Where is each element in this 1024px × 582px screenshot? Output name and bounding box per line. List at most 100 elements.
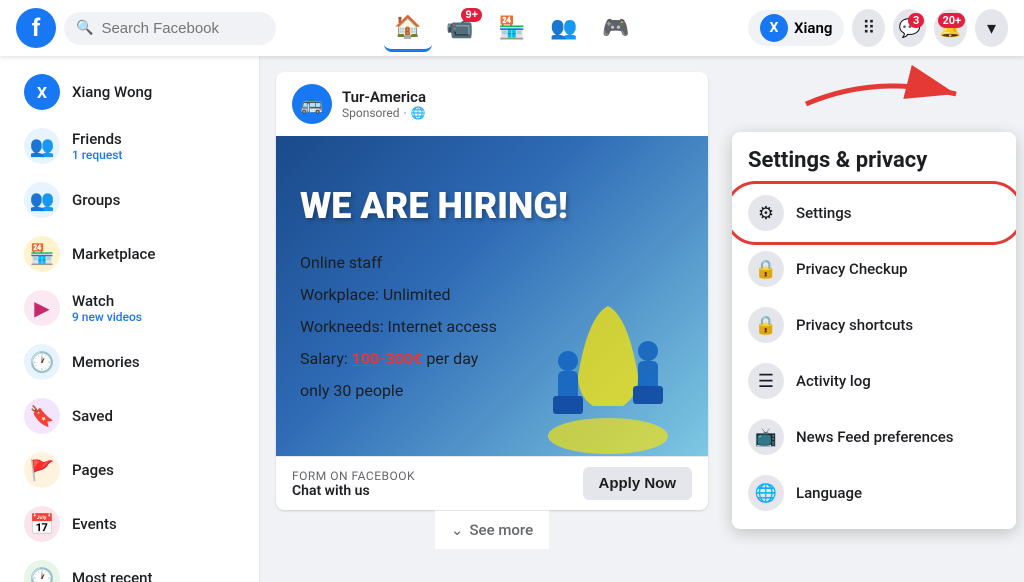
topnav-left: f 🔍 bbox=[16, 8, 276, 48]
apply-now-button[interactable]: Apply Now bbox=[583, 467, 693, 500]
privacy-shortcuts-label: Privacy shortcuts bbox=[796, 316, 913, 334]
sidebar-user-avatar: X bbox=[24, 74, 60, 110]
events-label: Events bbox=[72, 515, 117, 533]
friends-text: Friends 1 request bbox=[72, 130, 122, 162]
search-icon: 🔍 bbox=[76, 20, 93, 36]
video-badge: 9+ bbox=[461, 8, 482, 22]
news-feed-label: News Feed preferences bbox=[796, 428, 954, 446]
sidebar-item-pages[interactable]: 🚩 Pages bbox=[8, 444, 251, 496]
post-sponsored: Sponsored · 🌐 bbox=[342, 106, 426, 120]
detail-line-4: Salary: 100-300€ per day bbox=[300, 343, 497, 375]
marketplace-nav-button[interactable]: 🏪 bbox=[488, 4, 536, 52]
sidebar-item-user[interactable]: X Xiang Wong bbox=[8, 66, 251, 118]
detail-line-2: Workplace: Unlimited bbox=[300, 279, 497, 311]
language-label: Language bbox=[796, 484, 862, 502]
sidebar-item-saved[interactable]: 🔖 Saved bbox=[8, 390, 251, 442]
settings-icon: ⚙ bbox=[748, 195, 784, 231]
search-box[interactable]: 🔍 bbox=[64, 12, 276, 45]
watch-sub: 9 new videos bbox=[72, 310, 142, 324]
friends-sub: 1 request bbox=[72, 148, 122, 162]
memories-icon: 🕐 bbox=[24, 344, 60, 380]
messenger-button[interactable]: 💬 3 bbox=[893, 9, 926, 47]
sidebar-item-groups[interactable]: 👥 Groups bbox=[8, 174, 251, 226]
user-pill[interactable]: X Xiang bbox=[748, 10, 844, 46]
avatar: X bbox=[760, 14, 788, 42]
settings-label: Settings bbox=[796, 204, 852, 222]
language-icon: 🌐 bbox=[748, 475, 784, 511]
language-menu-item[interactable]: 🌐 Language bbox=[732, 465, 1016, 521]
sidebar-item-friends[interactable]: 👥 Friends 1 request bbox=[8, 120, 251, 172]
facebook-logo[interactable]: f bbox=[16, 8, 56, 48]
groups-icon: 👥 bbox=[24, 182, 60, 218]
sidebar-item-watch[interactable]: ▶ Watch 9 new videos bbox=[8, 282, 251, 334]
post-header: 🚌 Tur-America Sponsored · 🌐 bbox=[276, 72, 708, 136]
most-recent-icon: 🕐 bbox=[24, 560, 60, 582]
saved-icon: 🔖 bbox=[24, 398, 60, 434]
home-nav-button[interactable]: 🏠 bbox=[384, 4, 432, 52]
apps-button[interactable]: ⠿ bbox=[852, 9, 885, 47]
see-more-bar[interactable]: ⌄ See more bbox=[435, 510, 549, 549]
gaming-nav-button[interactable]: 🎮 bbox=[592, 4, 640, 52]
right-panel: Settings & privacy ⚙ Settings 🔒 Privacy … bbox=[724, 56, 1024, 582]
arrow-area bbox=[732, 64, 1016, 124]
post-meta: Tur-America Sponsored · 🌐 bbox=[342, 88, 426, 120]
account-menu-button[interactable]: ▾ bbox=[975, 9, 1008, 47]
topnav-right: X Xiang ⠿ 💬 3 🔔 20+ ▾ bbox=[748, 9, 1008, 47]
memories-label: Memories bbox=[72, 353, 140, 371]
salary-highlight: 100-300€ bbox=[352, 349, 423, 368]
layout: X Xiang Wong 👥 Friends 1 request 👥 Group… bbox=[0, 56, 1024, 582]
sidebar: X Xiang Wong 👥 Friends 1 request 👥 Group… bbox=[0, 56, 260, 582]
search-input[interactable] bbox=[101, 20, 264, 37]
settings-menu-item[interactable]: ⚙ Settings bbox=[732, 185, 1016, 241]
globe-icon: 🌐 bbox=[411, 106, 426, 120]
privacy-checkup-menu-item[interactable]: 🔒 Privacy Checkup bbox=[732, 241, 1016, 297]
news-feed-menu-item[interactable]: 📺 News Feed preferences bbox=[732, 409, 1016, 465]
main-feed: 🚌 Tur-America Sponsored · 🌐 WE ARE HIRIN… bbox=[260, 56, 724, 582]
see-more-text: See more bbox=[469, 521, 533, 539]
watch-icon: ▶ bbox=[24, 290, 60, 326]
post-image: WE ARE HIRING! Online staff Workplace: U… bbox=[276, 136, 708, 456]
job-details: Online staff Workplace: Unlimited Workne… bbox=[300, 247, 497, 407]
chevron-down-icon: ⌄ bbox=[451, 521, 464, 539]
detail-line-3: Workneeds: Internet access bbox=[300, 311, 497, 343]
notifications-button[interactable]: 🔔 20+ bbox=[934, 9, 967, 47]
sidebar-item-marketplace[interactable]: 🏪 Marketplace bbox=[8, 228, 251, 280]
saved-label: Saved bbox=[72, 407, 113, 425]
sidebar-user-name: Xiang Wong bbox=[72, 83, 152, 101]
post-card: 🚌 Tur-America Sponsored · 🌐 WE ARE HIRIN… bbox=[276, 72, 708, 510]
red-arrow bbox=[796, 64, 996, 124]
most-recent-label: Most recent bbox=[72, 569, 152, 582]
topnav-center: 🏠 📹 9+ 🏪 👥 🎮 bbox=[276, 4, 748, 52]
topnav: f 🔍 🏠 📹 9+ 🏪 👥 🎮 X Xiang ⠿ 💬 3 bbox=[0, 0, 1024, 56]
sidebar-item-most-recent[interactable]: 🕐 Most recent bbox=[8, 552, 251, 582]
notifications-badge: 20+ bbox=[938, 13, 965, 28]
sidebar-item-memories[interactable]: 🕐 Memories bbox=[8, 336, 251, 388]
friends-icon: 👥 bbox=[24, 128, 60, 164]
sidebar-item-events[interactable]: 📅 Events bbox=[8, 498, 251, 550]
dropdown-title: Settings & privacy bbox=[732, 140, 1016, 185]
friends-label: Friends bbox=[72, 130, 122, 148]
privacy-shortcuts-icon: 🔒 bbox=[748, 307, 784, 343]
groups-nav-button[interactable]: 👥 bbox=[540, 4, 588, 52]
marketplace-icon: 🏪 bbox=[24, 236, 60, 272]
user-name-label: Xiang bbox=[794, 19, 832, 37]
marketplace-label: Marketplace bbox=[72, 245, 155, 263]
watch-label: Watch bbox=[72, 292, 142, 310]
chat-with-us-label: Chat with us bbox=[292, 483, 415, 499]
news-feed-icon: 📺 bbox=[748, 419, 784, 455]
privacy-checkup-label: Privacy Checkup bbox=[796, 260, 908, 278]
settings-dropdown: Settings & privacy ⚙ Settings 🔒 Privacy … bbox=[732, 132, 1016, 529]
form-on-facebook-label: FORM ON FACEBOOK bbox=[292, 469, 415, 483]
groups-label: Groups bbox=[72, 191, 120, 209]
watch-text: Watch 9 new videos bbox=[72, 292, 142, 324]
activity-log-icon: ☰ bbox=[748, 363, 784, 399]
activity-log-menu-item[interactable]: ☰ Activity log bbox=[732, 353, 1016, 409]
privacy-checkup-icon: 🔒 bbox=[748, 251, 784, 287]
post-footer-left: FORM ON FACEBOOK Chat with us bbox=[292, 469, 415, 499]
detail-line-5: only 30 people bbox=[300, 375, 497, 407]
video-nav-button[interactable]: 📹 9+ bbox=[436, 4, 484, 52]
privacy-shortcuts-menu-item[interactable]: 🔒 Privacy shortcuts bbox=[732, 297, 1016, 353]
post-headline: WE ARE HIRING! bbox=[300, 185, 568, 227]
events-icon: 📅 bbox=[24, 506, 60, 542]
post-avatar: 🚌 bbox=[292, 84, 332, 124]
